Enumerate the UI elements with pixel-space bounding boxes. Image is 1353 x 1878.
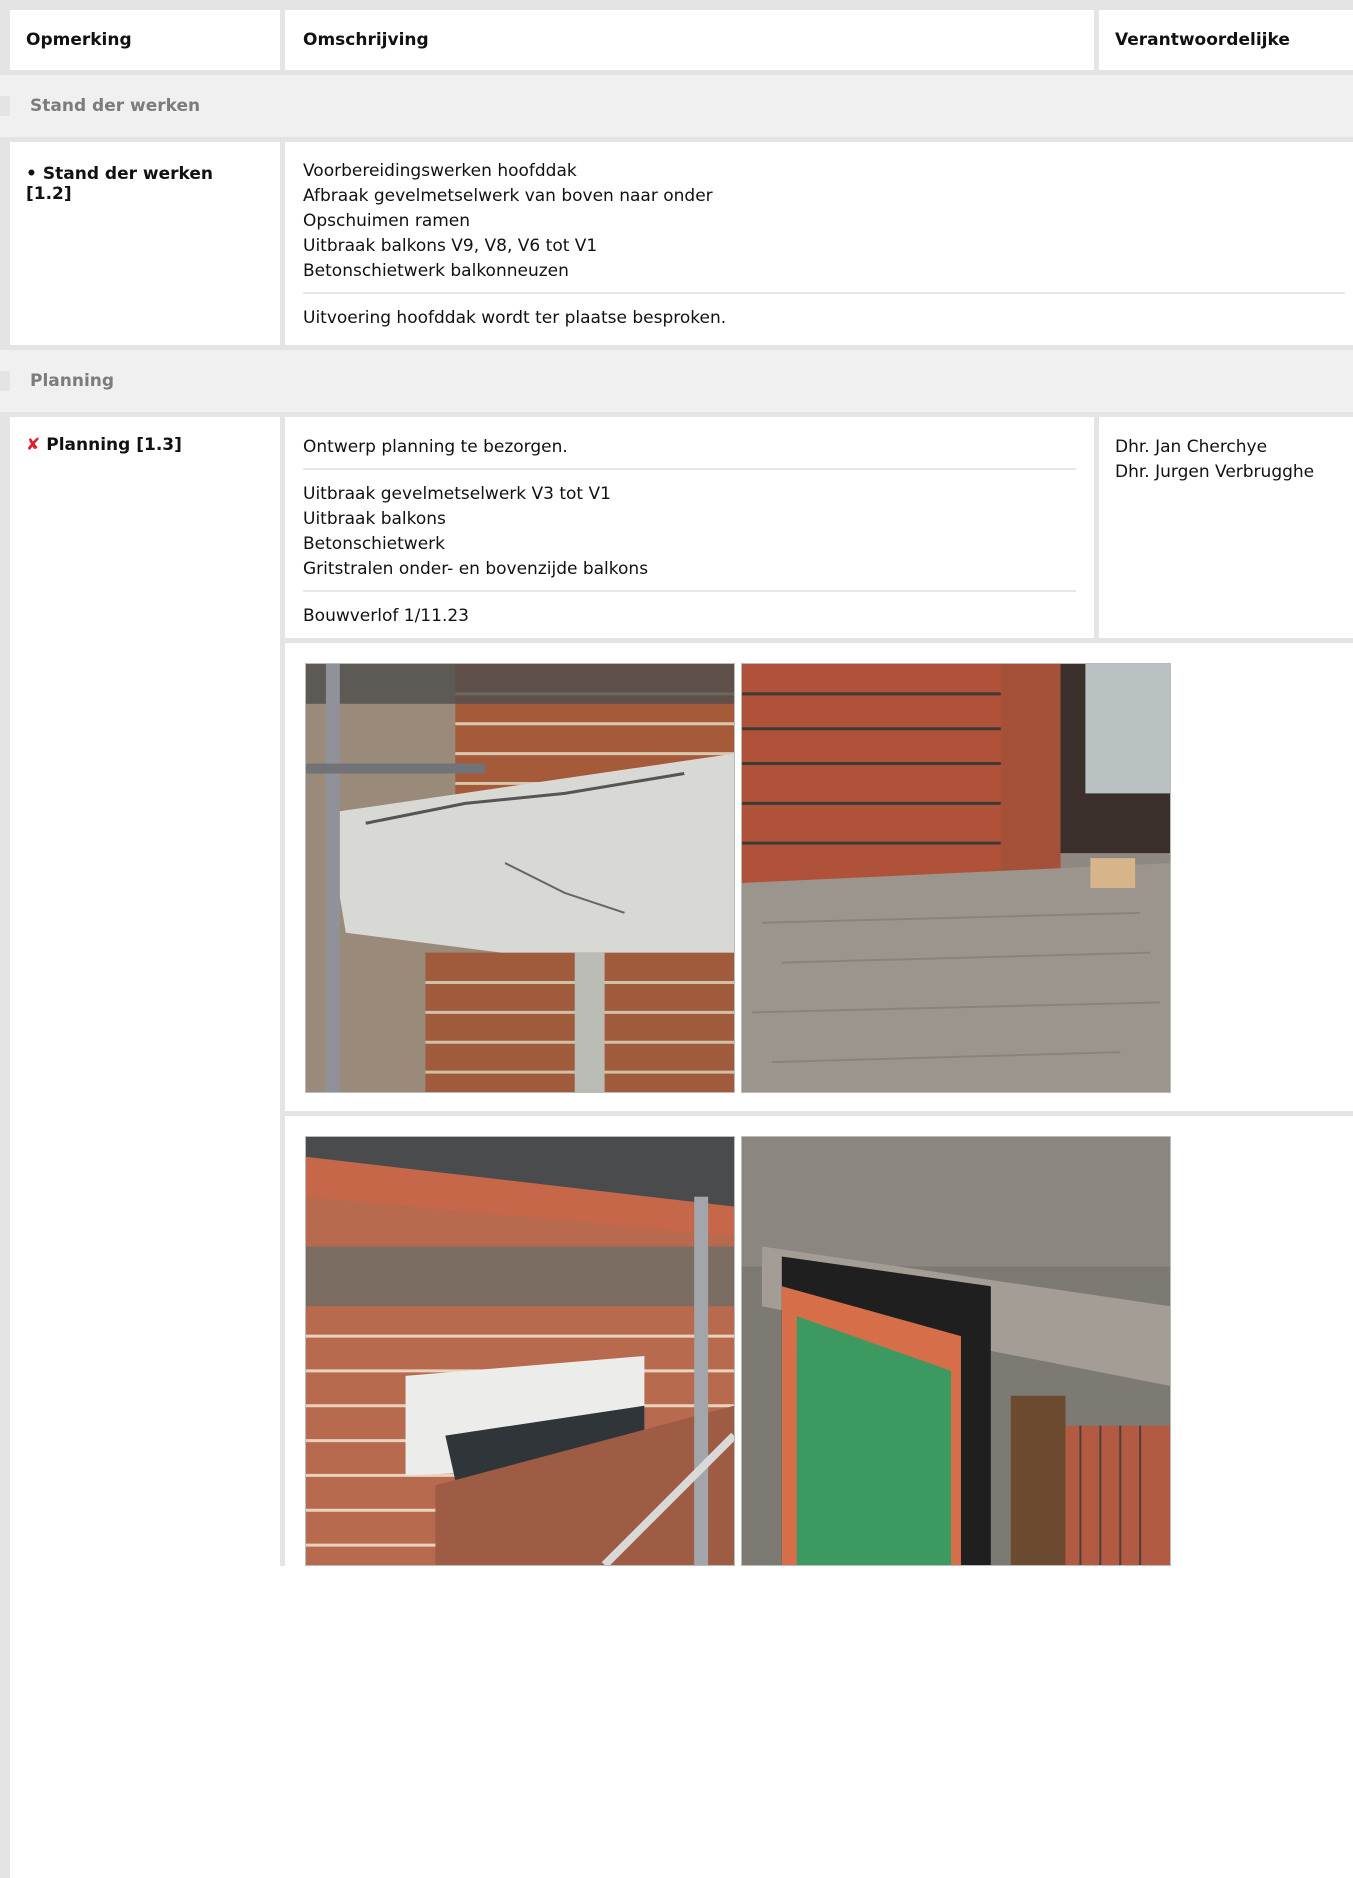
description-block: Ontwerp planning te bezorgen. [303, 417, 1076, 470]
header-verantwoordelijke: Verantwoordelijke [1094, 10, 1353, 70]
item-description: Ontwerp planning te bezorgen. Uitbraak g… [280, 417, 1094, 638]
description-line: Betonschietwerk balkonneuzen [303, 261, 569, 281]
photo-pair [285, 643, 1353, 1111]
item-label: ✘ Planning [1.3] [0, 417, 280, 638]
table-header: Opmerking Omschrijving Verantwoordelijke [0, 10, 1353, 70]
photo-label-column [0, 638, 280, 1878]
photo-column [280, 638, 1353, 1878]
item-description: Voorbereidingswerken hoofddak Afbraak ge… [280, 142, 1353, 345]
description-line: Uitbraak balkons V9, V8, V6 tot V1 [303, 236, 598, 256]
description-block: Voorbereidingswerken hoofddak Afbraak ge… [303, 142, 1345, 294]
item-label-text: Planning [1.3] [46, 435, 182, 455]
description-block: Uitbraak gevelmetselwerk V3 tot V1 Uitbr… [303, 470, 1076, 592]
photo-pair [285, 1116, 1353, 1566]
item-label-text: Stand der werken [1.2] [26, 164, 214, 204]
description-line: Bouwverlof 1/11.23 [303, 606, 469, 626]
photo-row [280, 638, 1353, 1111]
section-title: Stand der werken [0, 96, 1353, 116]
top-border [0, 0, 1353, 10]
photo-row [280, 1111, 1353, 1566]
header-omschrijving: Omschrijving [280, 10, 1094, 70]
table-row: • Stand der werken [1.2] Voorbereidingswe… [0, 137, 1353, 345]
report-table: Opmerking Omschrijving Verantwoordelijke… [0, 10, 1353, 1878]
photo-brick-facade-scaffolding[interactable] [305, 1136, 735, 1566]
section-row: Planning [0, 345, 1353, 412]
description-line: Opschuimen ramen [303, 211, 471, 231]
photo-area [0, 638, 1353, 1878]
photo-row-cell [280, 643, 1353, 1111]
description-line: Afbraak gevelmetselwerk van boven naar o… [303, 186, 713, 206]
section-title: Planning [0, 371, 1353, 391]
cross-icon: ✘ [26, 435, 41, 455]
description-line: Betonschietwerk [303, 534, 445, 554]
description-block: Uitvoering hoofddak wordt ter plaatse be… [303, 294, 1345, 341]
description-line: Ontwerp planning te bezorgen. [303, 437, 568, 457]
responsible-person: Dhr. Jurgen Verbrugghe [1115, 462, 1315, 482]
header-opmerking: Opmerking [0, 10, 280, 70]
table-row: ✘ Planning [1.3] Ontwerp planning te bezo… [0, 412, 1353, 638]
description-line: Uitvoering hoofddak wordt ter plaatse be… [303, 308, 727, 328]
description-line: Uitbraak balkons [303, 509, 446, 529]
photo-row-cell [280, 1116, 1353, 1566]
responsible-person: Dhr. Jan Cherchye [1115, 437, 1268, 457]
photo-balcony-concrete-cracks[interactable] [305, 663, 735, 1093]
section-row: Stand der werken [0, 70, 1353, 137]
photo-window-frame-plastic[interactable] [741, 1136, 1171, 1566]
description-line: Voorbereidingswerken hoofddak [303, 161, 577, 181]
description-line: Gritstralen onder- en bovenzijde balkons [303, 559, 649, 579]
item-label: • Stand der werken [1.2] [0, 142, 280, 345]
description-block: Bouwverlof 1/11.23 [303, 592, 1076, 639]
bullet-icon: • [26, 164, 37, 184]
responsible-cell: Dhr. Jan Cherchye Dhr. Jurgen Verbrugghe [1094, 417, 1353, 638]
report-page: Opmerking Omschrijving Verantwoordelijke… [0, 0, 1353, 1878]
description-line: Uitbraak gevelmetselwerk V3 tot V1 [303, 484, 611, 504]
photo-brick-wall-balcony-floor[interactable] [741, 663, 1171, 1093]
